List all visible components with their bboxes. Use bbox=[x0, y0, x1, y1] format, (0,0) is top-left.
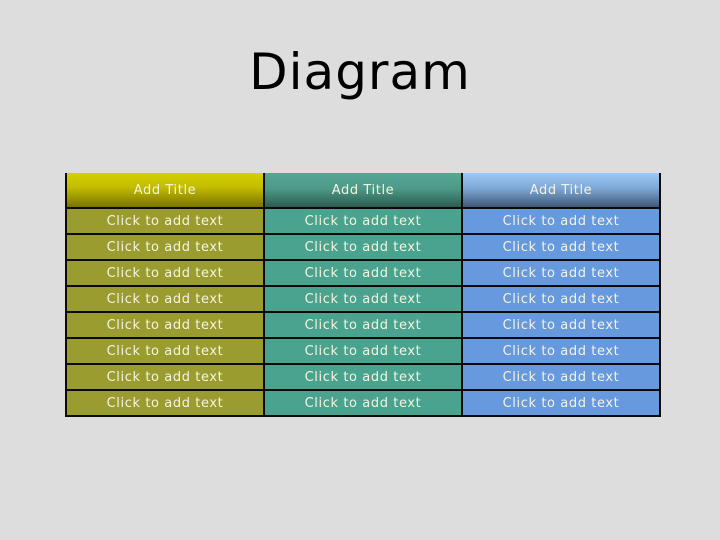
table-cell[interactable]: Click to add text bbox=[263, 259, 463, 287]
table-cell[interactable]: Click to add text bbox=[263, 337, 463, 365]
slide-title[interactable]: Diagram bbox=[0, 40, 720, 104]
table-row: Click to add text Click to add text Click … bbox=[65, 285, 661, 313]
table-cell[interactable]: Click to add text bbox=[263, 233, 463, 261]
table-cell[interactable]: Click to add text bbox=[65, 207, 265, 235]
table-cell[interactable]: Click to add text bbox=[461, 207, 661, 235]
table-row: Click to add text Click to add text Click … bbox=[65, 389, 661, 417]
table-cell[interactable]: Click to add text bbox=[461, 363, 661, 391]
table-cell[interactable]: Click to add text bbox=[65, 311, 265, 339]
table-cell[interactable]: Click to add text bbox=[461, 233, 661, 261]
table-cell[interactable]: Click to add text bbox=[263, 285, 463, 313]
table-body: Click to add text Click to add text Click … bbox=[65, 207, 661, 417]
table-cell[interactable]: Click to add text bbox=[65, 233, 265, 261]
table-row: Click to add text Click to add text Click … bbox=[65, 337, 661, 365]
table-cell[interactable]: Click to add text bbox=[263, 389, 463, 417]
table-cell[interactable]: Click to add text bbox=[263, 363, 463, 391]
table-row: Click to add text Click to add text Click … bbox=[65, 207, 661, 235]
diagram-table: Add Title Add Title Add Title Click to a… bbox=[65, 173, 661, 417]
table-cell[interactable]: Click to add text bbox=[65, 337, 265, 365]
table-cell[interactable]: Click to add text bbox=[263, 207, 463, 235]
table-header: Add Title Add Title Add Title bbox=[65, 173, 661, 209]
table-row: Click to add text Click to add text Click … bbox=[65, 259, 661, 287]
header-row: Add Title Add Title Add Title bbox=[65, 173, 661, 209]
table-cell[interactable]: Click to add text bbox=[65, 363, 265, 391]
table-cell[interactable]: Click to add text bbox=[461, 389, 661, 417]
column-title-1[interactable]: Add Title bbox=[65, 173, 265, 209]
table-cell[interactable]: Click to add text bbox=[461, 337, 661, 365]
table-row: Click to add text Click to add text Click … bbox=[65, 233, 661, 261]
table-cell[interactable]: Click to add text bbox=[263, 311, 463, 339]
table-cell[interactable]: Click to add text bbox=[65, 285, 265, 313]
table-row: Click to add text Click to add text Click … bbox=[65, 363, 661, 391]
table-row: Click to add text Click to add text Click … bbox=[65, 311, 661, 339]
table-cell[interactable]: Click to add text bbox=[461, 259, 661, 287]
table-cell[interactable]: Click to add text bbox=[65, 259, 265, 287]
table-cell[interactable]: Click to add text bbox=[461, 311, 661, 339]
table-cell[interactable]: Click to add text bbox=[461, 285, 661, 313]
table-cell[interactable]: Click to add text bbox=[65, 389, 265, 417]
column-title-2[interactable]: Add Title bbox=[263, 173, 463, 209]
column-title-3[interactable]: Add Title bbox=[461, 173, 661, 209]
